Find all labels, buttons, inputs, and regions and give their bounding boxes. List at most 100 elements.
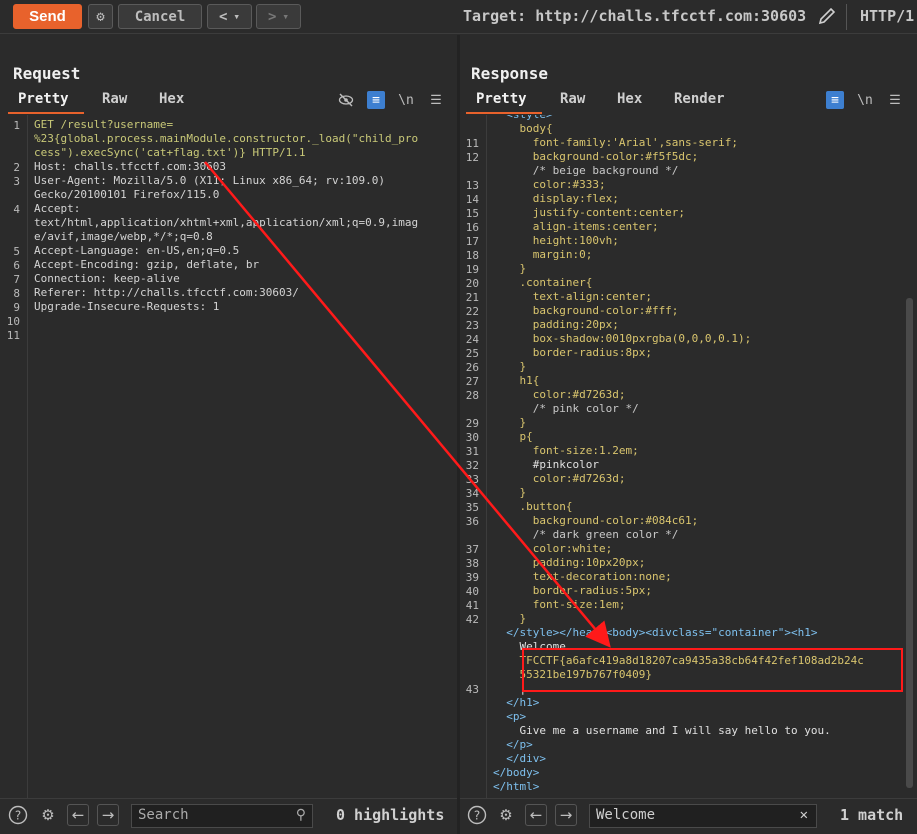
code-line[interactable]: </p> xyxy=(493,738,903,752)
code-line[interactable]: margin:0; xyxy=(493,248,903,262)
http-version-label[interactable]: HTTP/1 xyxy=(860,7,914,25)
code-line[interactable]: </html> xyxy=(493,780,903,794)
arrow-left-icon[interactable]: ← xyxy=(525,804,547,826)
line-number: 31 xyxy=(465,445,479,458)
code-line[interactable]: Accept-Encoding: gzip, deflate, br xyxy=(34,258,452,272)
code-line[interactable]: p{ xyxy=(493,430,903,444)
request-search-input[interactable]: Search ⚲ xyxy=(131,804,313,828)
code-line[interactable]: Referer: http://challs.tfcctf.com:30603/ xyxy=(34,286,452,300)
code-line[interactable]: border-radius:5px; xyxy=(493,584,903,598)
request-code[interactable]: GET /result?username= %23{global.process… xyxy=(34,118,452,314)
tab-render[interactable]: Render xyxy=(674,91,725,107)
chevron-down-icon[interactable]: ▾ xyxy=(282,10,289,23)
code-line[interactable]: body{ xyxy=(493,122,903,136)
eye-slash-icon[interactable] xyxy=(337,91,355,109)
code-line[interactable]: /* dark green color */ xyxy=(493,528,903,542)
code-line[interactable]: </div> xyxy=(493,752,903,766)
code-line[interactable]: Give me a username and I will say hello … xyxy=(493,724,903,738)
code-line[interactable]: User-Agent: Mozilla/5.0 (X11; Linux x86_… xyxy=(34,174,452,202)
code-line[interactable]: color:#333; xyxy=(493,178,903,192)
newline-icon[interactable]: \n xyxy=(856,91,874,109)
code-line[interactable]: color:#d7263d; xyxy=(493,388,903,402)
code-line[interactable]: /* beige background */ xyxy=(493,164,903,178)
line-number: 16 xyxy=(465,221,479,234)
code-line[interactable]: font-size:1em; xyxy=(493,598,903,612)
tab-hex[interactable]: Hex xyxy=(617,91,642,107)
line-number: 8 xyxy=(13,287,20,300)
scrollbar[interactable] xyxy=(906,298,913,788)
gear-icon[interactable]: ⚙ xyxy=(88,4,113,29)
code-line[interactable]: color:white; xyxy=(493,542,903,556)
code-line[interactable]: .container{ xyxy=(493,276,903,290)
code-line[interactable]: } xyxy=(493,262,903,276)
code-line[interactable]: /* pink color */ xyxy=(493,402,903,416)
code-line[interactable]: border-radius:8px; xyxy=(493,346,903,360)
gear-icon[interactable]: ⚙ xyxy=(37,804,59,826)
code-line[interactable]: font-family:'Arial',sans-serif; xyxy=(493,136,903,150)
wrap-icon[interactable]: ≡ xyxy=(367,91,385,109)
tab-hex[interactable]: Hex xyxy=(159,91,184,107)
code-line[interactable]: Host: challs.tfcctf.com:30603 xyxy=(34,160,452,174)
code-line[interactable]: h1{ xyxy=(493,374,903,388)
code-line[interactable]: text-decoration:none; xyxy=(493,570,903,584)
tab-raw[interactable]: Raw xyxy=(102,91,127,107)
wrap-icon[interactable]: ≡ xyxy=(826,91,844,109)
code-line[interactable]: background-color:#084c61; xyxy=(493,514,903,528)
cancel-button[interactable]: Cancel xyxy=(118,4,202,29)
tab-raw[interactable]: Raw xyxy=(560,91,585,107)
clear-icon[interactable]: ✕ xyxy=(800,807,808,823)
code-line[interactable]: display:flex; xyxy=(493,192,903,206)
code-line[interactable]: #pinkcolor xyxy=(493,458,903,472)
chevron-down-icon[interactable]: ▾ xyxy=(233,10,240,23)
request-editor[interactable]: GET /result?username= %23{global.process… xyxy=(0,115,457,798)
menu-icon[interactable]: ☰ xyxy=(886,91,904,109)
code-line[interactable]: } xyxy=(493,360,903,374)
code-line[interactable]: text-align:center; xyxy=(493,290,903,304)
code-line[interactable]: .button{ xyxy=(493,500,903,514)
code-line[interactable]: } xyxy=(493,612,903,626)
response-editor[interactable]: <style> body{ font-family:'Arial',sans-s… xyxy=(460,115,917,798)
code-line[interactable]: color:#d7263d; xyxy=(493,472,903,486)
code-line[interactable]: justify-content:center; xyxy=(493,206,903,220)
code-line[interactable]: padding:20px; xyxy=(493,318,903,332)
code-line[interactable]: Accept-Language: en-US,en;q=0.5 xyxy=(34,244,452,258)
code-line[interactable]: <p> xyxy=(493,710,903,724)
code-line[interactable]: align-items:center; xyxy=(493,220,903,234)
code-line[interactable]: } xyxy=(493,416,903,430)
code-line[interactable]: background-color:#fff; xyxy=(493,304,903,318)
svg-text:?: ? xyxy=(15,809,21,823)
forward-button[interactable]: > ▾ xyxy=(256,4,301,29)
code-line[interactable]: Accept: text/html,application/xhtml+xml,… xyxy=(34,202,452,244)
code-line[interactable]: </h1> xyxy=(493,696,903,710)
code-line[interactable]: </style></head><body><divclass="containe… xyxy=(493,626,903,640)
line-number: 10 xyxy=(6,315,20,328)
code-line[interactable]: </body> xyxy=(493,766,903,780)
line-number: 4 xyxy=(13,203,20,216)
code-line[interactable]: background-color:#f5f5dc; xyxy=(493,150,903,164)
code-line[interactable]: <style> xyxy=(493,115,903,122)
code-line[interactable]: font-size:1.2em; xyxy=(493,444,903,458)
code-line[interactable]: height:100vh; xyxy=(493,234,903,248)
arrow-right-icon[interactable]: → xyxy=(97,804,119,826)
back-button[interactable]: < ▾ xyxy=(207,4,252,29)
gear-icon[interactable]: ⚙ xyxy=(495,804,517,826)
code-line[interactable]: Upgrade-Insecure-Requests: 1 xyxy=(34,300,452,314)
code-line[interactable]: } xyxy=(493,486,903,500)
request-tabs: Pretty Raw Hex ≡ \n ☰ xyxy=(0,90,457,115)
menu-icon[interactable]: ☰ xyxy=(427,91,445,109)
help-icon[interactable]: ? xyxy=(466,804,488,826)
send-button[interactable]: Send xyxy=(13,4,82,29)
response-search-input[interactable]: Welcome ✕ xyxy=(589,804,817,828)
response-code[interactable]: <style> body{ font-family:'Arial',sans-s… xyxy=(493,115,903,794)
code-line[interactable]: GET /result?username= %23{global.process… xyxy=(34,118,452,160)
pencil-icon[interactable] xyxy=(817,6,837,26)
help-icon[interactable]: ? xyxy=(7,804,29,826)
newline-icon[interactable]: \n xyxy=(397,91,415,109)
code-line[interactable]: box-shadow:0010pxrgba(0,0,0,0.1); xyxy=(493,332,903,346)
arrow-left-icon[interactable]: ← xyxy=(67,804,89,826)
code-line[interactable]: padding:10px20px; xyxy=(493,556,903,570)
tab-pretty[interactable]: Pretty xyxy=(18,91,69,107)
code-line[interactable]: Connection: keep-alive xyxy=(34,272,452,286)
arrow-right-icon[interactable]: → xyxy=(555,804,577,826)
tab-pretty[interactable]: Pretty xyxy=(476,91,527,107)
